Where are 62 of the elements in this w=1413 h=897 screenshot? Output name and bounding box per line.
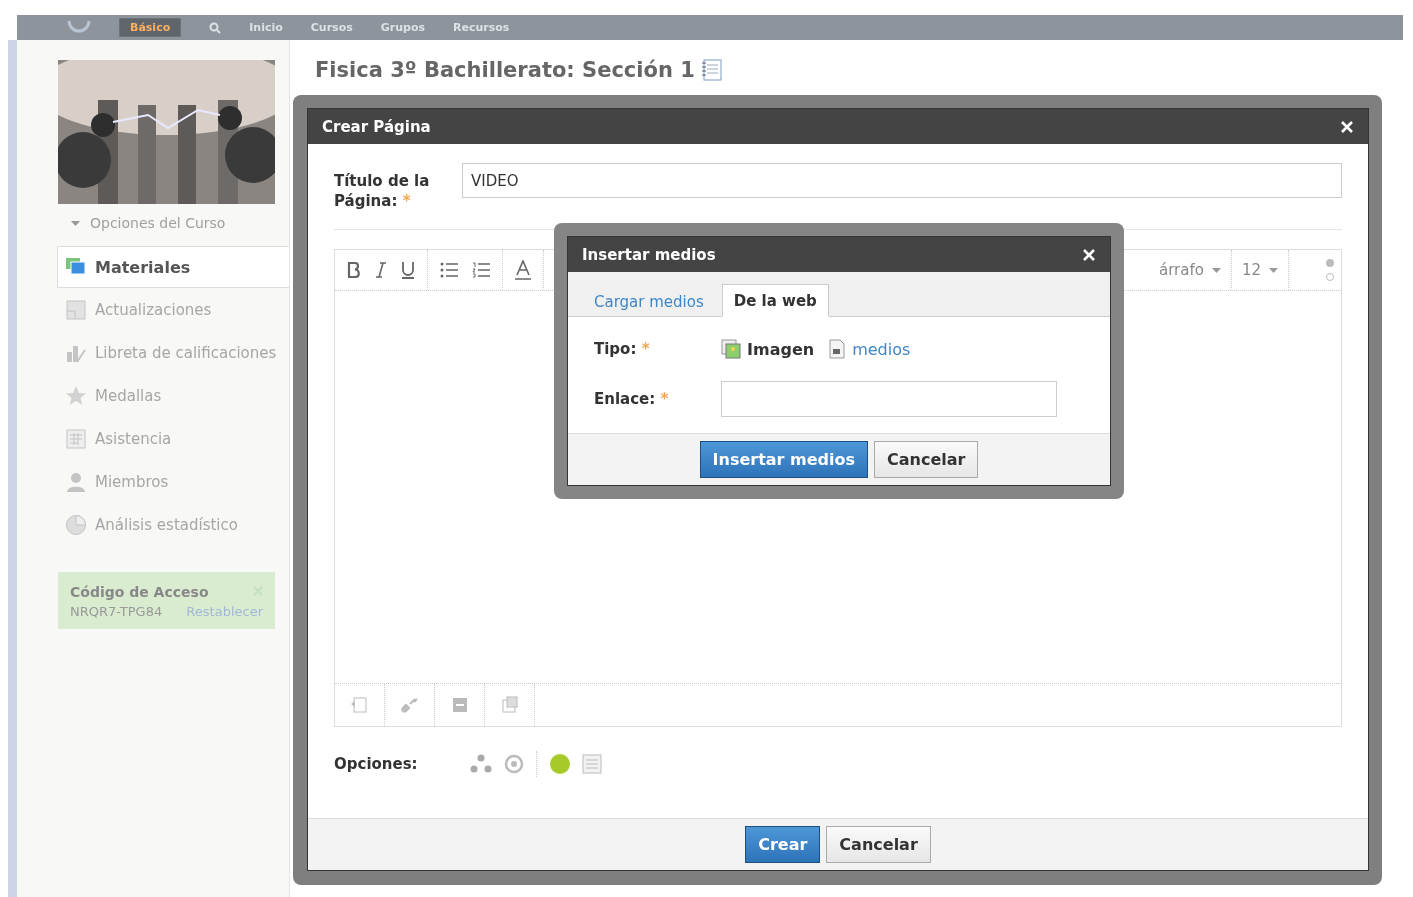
bullet-list-icon[interactable] (440, 262, 458, 278)
font-size-dropdown[interactable]: 12 (1231, 250, 1289, 290)
paragraph-dropdown[interactable]: árrafo (1149, 250, 1232, 290)
text-color-icon[interactable] (515, 260, 531, 280)
gallery-icon (499, 695, 520, 715)
page-icon (65, 298, 87, 321)
cancel-button[interactable]: Cancelar (826, 826, 931, 863)
numbered-list-icon[interactable] (472, 262, 490, 278)
access-code: NRQR7-TPG84 (70, 604, 163, 619)
insert-media-button[interactable]: Insertar medios (699, 441, 869, 478)
more-options-icon[interactable] (1325, 258, 1335, 282)
star-icon (65, 384, 87, 407)
create-button[interactable]: Crear (745, 826, 821, 863)
notebook-icon (700, 59, 723, 81)
search-icon[interactable] (209, 21, 222, 34)
media-type-option[interactable]: medios (828, 339, 911, 359)
underline-icon[interactable] (401, 261, 415, 279)
field-label: Tipo: * (594, 340, 651, 358)
sidebar-item[interactable]: Medallas (57, 374, 289, 417)
access-code-title: Código de Acceso (70, 584, 209, 600)
field-label: Título de la Página: * (334, 171, 431, 211)
sidebar-item[interactable]: Miembros (57, 460, 289, 503)
sidebar-item[interactable]: Materiales (57, 246, 289, 288)
course-options-link[interactable]: Opciones del Curso (90, 215, 226, 231)
sidebar-item[interactable]: Asistencia (57, 417, 289, 460)
logo-icon (67, 20, 91, 35)
nav-link[interactable]: Inicio (249, 21, 283, 34)
tab[interactable]: Cargar medios (582, 287, 716, 317)
cancel-button[interactable]: Cancelar (874, 441, 979, 478)
close-button[interactable] (1082, 247, 1096, 262)
media-type-option[interactable]: Imagen (721, 339, 815, 359)
nav-link[interactable]: Grupos (380, 21, 425, 34)
person-icon (65, 470, 87, 493)
tab[interactable]: De la web (721, 284, 829, 317)
caret-icon (71, 220, 80, 226)
nav-link[interactable]: Cursos (310, 21, 353, 34)
document-icon (828, 339, 847, 359)
caret-icon (1211, 267, 1221, 273)
close-icon (1340, 119, 1354, 134)
nav-link[interactable]: Recursos (453, 21, 510, 34)
sidebar-item[interactable]: Actualizaciones (57, 288, 289, 331)
dialog-title: Crear Página (322, 117, 431, 136)
field-label: Enlace: * (594, 390, 670, 408)
dialog-title: Insertar medios (582, 245, 716, 264)
italic-icon[interactable] (375, 262, 387, 278)
target-icon[interactable] (504, 754, 524, 774)
sidebar-item[interactable]: Análisis estadístico (57, 503, 289, 546)
page-title-field[interactable]: VIDEO (462, 163, 1342, 198)
course-title: Fisica 3º Bachillerato: Sección 1 (315, 58, 695, 82)
link-field[interactable] (721, 381, 1057, 417)
caret-icon (1269, 267, 1278, 273)
pie-chart-icon (65, 513, 87, 536)
status-dot-icon[interactable] (550, 754, 570, 774)
image-icon (721, 339, 741, 359)
options-label: Opciones: (334, 755, 419, 773)
close-button[interactable] (1340, 119, 1354, 134)
dots-icon[interactable] (470, 754, 492, 774)
sidebar-item[interactable]: Libreta de calificaciones (57, 331, 289, 374)
mode-badge[interactable]: Básico (119, 18, 182, 37)
bold-icon[interactable] (347, 262, 361, 278)
close-icon (1082, 247, 1096, 262)
calendar-icon (65, 427, 87, 450)
